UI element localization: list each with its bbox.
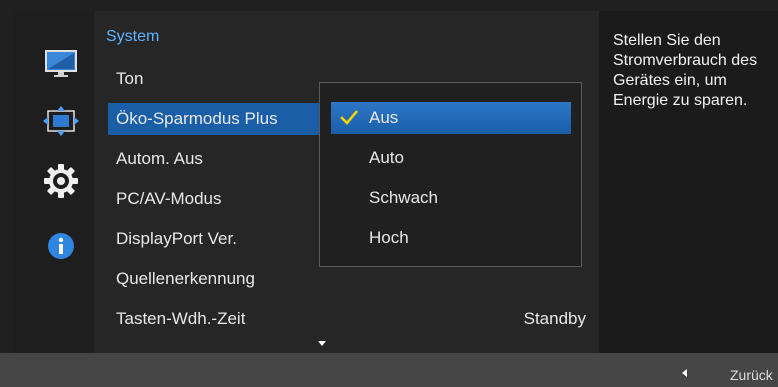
back-label[interactable]: Zurück [730, 367, 773, 383]
dropdown-option-label: Hoch [369, 228, 409, 247]
osd-screen: System Ton Öko-Sparmodus Plus Autom. Aus… [0, 0, 778, 387]
menu-item-displayport-version[interactable]: DisplayPort Ver. [108, 223, 237, 255]
scroll-down-icon[interactable] [318, 341, 326, 346]
info-icon[interactable] [41, 230, 81, 262]
menu-item-source-detection[interactable]: Quellenerkennung [108, 263, 255, 295]
dropdown-option-schwach[interactable]: Schwach [331, 182, 571, 214]
dropdown-option-label: Schwach [369, 188, 438, 207]
menu-item-auto-off[interactable]: Autom. Aus [108, 143, 203, 175]
category-rail [14, 11, 94, 353]
help-panel: Stellen Sie den Stromverbrauch des Gerät… [599, 11, 778, 353]
settings-gear-icon[interactable] [41, 164, 81, 198]
back-arrow-icon[interactable] [682, 369, 687, 377]
dropdown-option-label: Aus [369, 108, 399, 127]
menu-item-ton[interactable]: Ton [108, 63, 143, 95]
dropdown-option-label: Auto [369, 148, 404, 167]
eco-saving-dropdown: Aus Auto Schwach Hoch [319, 82, 582, 267]
menu-item-pc-av-mode[interactable]: PC/AV-Modus [108, 183, 222, 215]
menu-item-eco-saving-plus[interactable]: Öko-Sparmodus Plus [108, 103, 321, 135]
menu-item-key-repeat-time[interactable]: Tasten-Wdh.-Zeit [108, 303, 245, 335]
menu-title: System [106, 28, 160, 45]
dropdown-option-auto[interactable]: Auto [331, 142, 571, 174]
dropdown-option-hoch[interactable]: Hoch [331, 222, 571, 254]
position-arrows-icon[interactable] [41, 105, 81, 137]
help-description: Stellen Sie den Stromverbrauch des Gerät… [613, 32, 758, 109]
key-repeat-time-value: Standby [523, 309, 586, 328]
checkmark-icon [340, 110, 358, 125]
bottom-bar: Zurück [0, 353, 778, 387]
monitor-icon[interactable] [41, 48, 81, 80]
dropdown-option-aus[interactable]: Aus [331, 102, 571, 134]
